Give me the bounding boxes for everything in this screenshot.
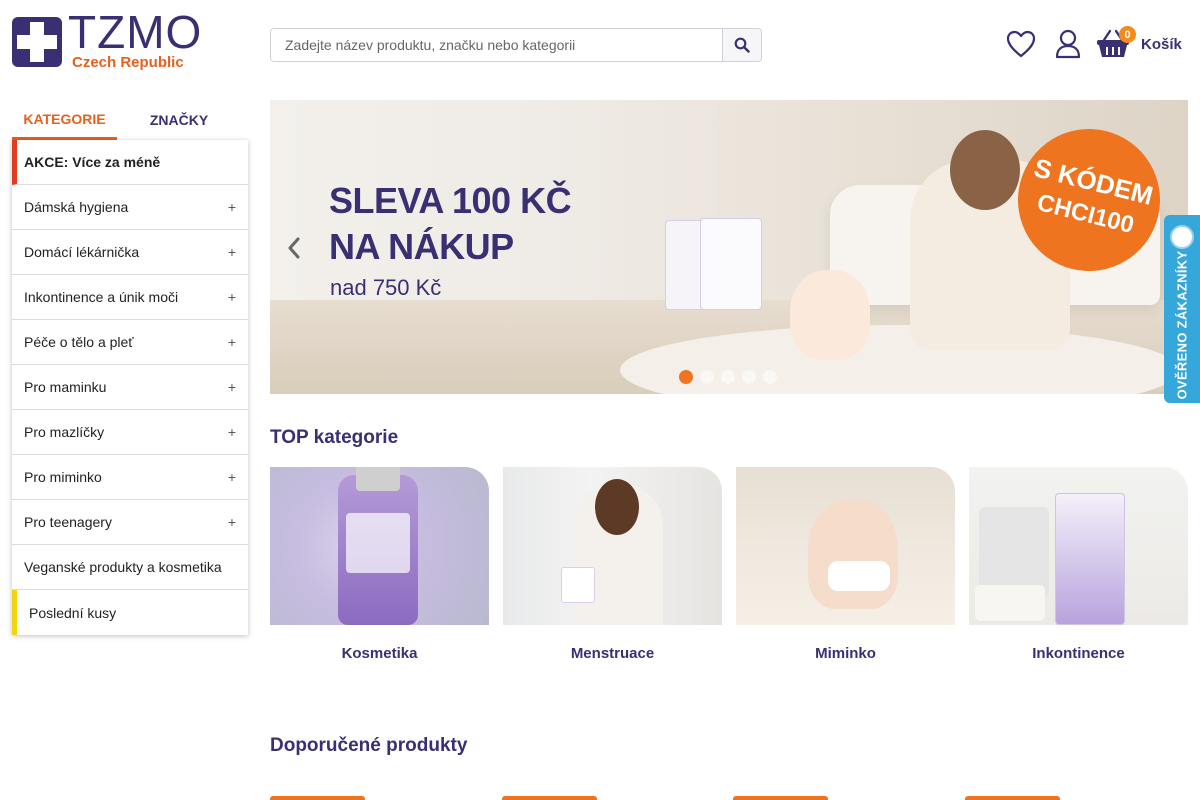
product-badge-strip xyxy=(965,796,1060,800)
sidebar-item-label: Poslední kusy xyxy=(29,604,117,621)
tab-brands[interactable]: ZNAČKY xyxy=(129,100,229,140)
sidebar-item-baby[interactable]: Pro miminko + xyxy=(12,455,248,500)
product-badge-strip xyxy=(733,796,828,800)
sidebar-item-for-mom[interactable]: Pro maminku + xyxy=(12,365,248,410)
banner-subline: nad 750 Kč xyxy=(330,275,442,300)
banner-prev-button[interactable] xyxy=(284,234,304,262)
logo-cross-icon xyxy=(12,17,62,67)
sidebar-item-last-pieces[interactable]: Poslední kusy xyxy=(12,590,248,635)
top-categories-title: TOP kategorie xyxy=(270,427,399,448)
tab-categories[interactable]: KATEGORIE xyxy=(12,100,117,140)
bottle-label xyxy=(346,513,410,573)
sidebar-item-label: AKCE: Více za méně xyxy=(24,154,161,170)
chevron-left-icon xyxy=(288,237,300,259)
sidebar-item-label: Péče o tělo a pleť xyxy=(24,334,134,350)
sidebar-item-pets[interactable]: Pro mazlíčky + xyxy=(12,410,248,455)
sidebar-item-teenagers[interactable]: Pro teenagery + xyxy=(12,500,248,545)
banner-baby xyxy=(790,270,870,360)
expand-plus-icon[interactable]: + xyxy=(228,514,236,530)
verified-reviews-widget[interactable]: OVĚŘENO ZÁKAZNÍKY xyxy=(1164,215,1200,403)
category-tile-baby[interactable]: Miminko xyxy=(736,467,955,667)
baby-figure xyxy=(808,499,898,609)
sidebar-item-first-aid[interactable]: Domácí lékárnička + xyxy=(12,230,248,275)
diaper xyxy=(828,561,890,591)
sidebar-item-promo[interactable]: AKCE: Více za méně xyxy=(12,140,248,185)
expand-plus-icon[interactable]: + xyxy=(228,334,236,350)
logo-subtitle: Czech Republic xyxy=(72,54,184,71)
search-icon xyxy=(734,37,750,53)
expand-plus-icon[interactable]: + xyxy=(228,289,236,305)
category-image xyxy=(969,467,1188,625)
wishlist-button[interactable] xyxy=(1004,26,1038,62)
category-list: AKCE: Více za méně Dámská hygiena + Domá… xyxy=(12,140,248,635)
user-icon xyxy=(1055,29,1081,59)
expand-plus-icon[interactable]: + xyxy=(228,244,236,260)
sidebar-item-label: Pro mazlíčky xyxy=(24,424,105,440)
recommended-title: Doporučené produkty xyxy=(270,735,468,756)
category-image xyxy=(270,467,489,625)
carousel-dot[interactable] xyxy=(763,370,777,384)
heart-icon xyxy=(1006,30,1036,58)
carousel-dot[interactable] xyxy=(742,370,756,384)
category-tile-menstruation[interactable]: Menstruace xyxy=(503,467,722,667)
account-button[interactable] xyxy=(1051,26,1085,62)
category-tile-incontinence[interactable]: Inkontinence xyxy=(969,467,1188,667)
sidebar-item-body-care[interactable]: Péče o tělo a pleť + xyxy=(12,320,248,365)
category-tile-cosmetics[interactable]: Kosmetika xyxy=(270,467,489,667)
logo-title: TZMO xyxy=(68,6,203,58)
sidebar-item-label: Inkontinence a únik moči xyxy=(24,289,179,305)
carousel-dots xyxy=(679,370,777,384)
sidebar-item-label: Domácí lékárnička xyxy=(24,244,140,260)
bottle-cap xyxy=(356,467,400,491)
sidebar-item-label: Dámská hygiena xyxy=(24,199,129,215)
verified-label: OVĚŘENO ZÁKAZNÍKY xyxy=(1174,250,1190,400)
pads-pack xyxy=(1055,493,1125,625)
banner-headline: SLEVA 100 KČ xyxy=(329,180,572,221)
sidebar-tabs: KATEGORIE ZNAČKY xyxy=(12,100,248,140)
sidebar-item-label: Pro miminko xyxy=(24,469,102,485)
towels xyxy=(975,585,1045,621)
carousel-dot[interactable] xyxy=(721,370,735,384)
category-label: Miminko xyxy=(815,645,876,662)
promo-banner[interactable]: SLEVA 100 KČ NA NÁKUP nad 750 Kč S KÓDEM… xyxy=(270,100,1188,394)
cart-count-badge: 0 xyxy=(1119,26,1136,43)
category-label: Kosmetika xyxy=(341,645,418,662)
woman-head xyxy=(595,479,639,535)
category-label: Menstruace xyxy=(570,645,655,662)
search-button[interactable] xyxy=(722,29,761,61)
product-badge-strip xyxy=(270,796,365,800)
expand-plus-icon[interactable]: + xyxy=(228,199,236,215)
search-input[interactable] xyxy=(271,29,722,61)
expand-plus-icon[interactable]: + xyxy=(228,469,236,485)
banner-headline-2: NA NÁKUP xyxy=(329,226,514,267)
site-logo[interactable]: TZMO Czech Republic xyxy=(12,9,204,73)
product-badge-strip xyxy=(502,796,597,800)
cart-label[interactable]: Košík xyxy=(1141,36,1182,53)
top-categories-grid: Kosmetika Menstruace Miminko Inkontinenc… xyxy=(270,467,1188,667)
carousel-dot[interactable] xyxy=(679,370,693,384)
banner-diaper-pack xyxy=(700,218,762,310)
category-image xyxy=(736,467,955,625)
sidebar-item-vegan[interactable]: Veganské produkty a kosmetika xyxy=(12,545,248,590)
verified-seal-icon xyxy=(1170,225,1194,249)
expand-plus-icon[interactable]: + xyxy=(228,424,236,440)
expand-plus-icon[interactable]: + xyxy=(228,379,236,395)
category-label: Inkontinence xyxy=(1032,645,1125,662)
sidebar-item-label: Pro teenagery xyxy=(24,514,112,530)
sidebar-item-incontinence[interactable]: Inkontinence a únik moči + xyxy=(12,275,248,320)
sidebar-item-label: Pro maminku xyxy=(24,379,107,395)
sidebar-item-feminine-hygiene[interactable]: Dámská hygiena + xyxy=(12,185,248,230)
sink xyxy=(979,507,1049,597)
product-pack xyxy=(561,567,595,603)
category-image xyxy=(503,467,722,625)
sidebar-item-label: Veganské produkty a kosmetika xyxy=(24,559,222,575)
carousel-dot[interactable] xyxy=(700,370,714,384)
search-bar xyxy=(270,28,762,62)
banner-woman-head xyxy=(950,130,1020,210)
